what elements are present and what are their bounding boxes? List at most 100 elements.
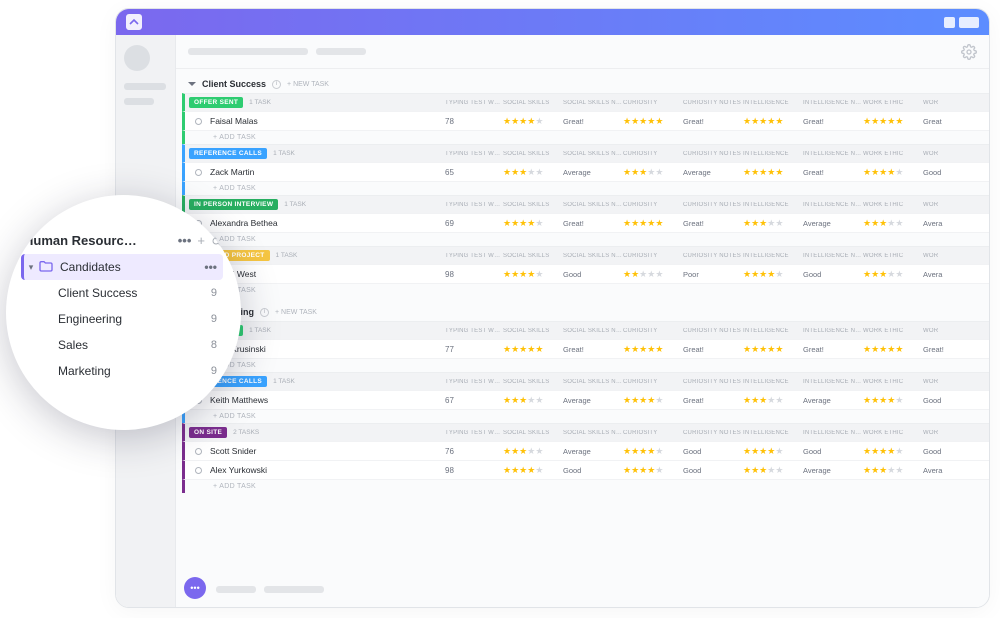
note-curiosity[interactable]: Great! xyxy=(683,345,743,354)
rating-curiosity[interactable]: ★★★★★ xyxy=(623,396,683,405)
column-header[interactable]: TYPING TEST WPM xyxy=(445,202,503,208)
rating-curiosity[interactable]: ★★★★★ xyxy=(623,168,683,177)
column-header[interactable]: WOR xyxy=(923,430,983,436)
status-group-header[interactable]: REFERENCE CALLS1 TASKTYPING TEST WPMSOCI… xyxy=(182,144,989,162)
note-intelligence[interactable]: Average xyxy=(803,466,863,475)
task-row[interactable]: Keith Matthews67★★★★★Average★★★★★Great!★… xyxy=(182,390,989,409)
rating-curiosity[interactable]: ★★★★★ xyxy=(623,219,683,228)
status-group-header[interactable]: ON SITE2 TASKSTYPING TEST WPMSOCIAL SKIL… xyxy=(182,423,989,441)
column-header[interactable]: SOCIAL SKILLS xyxy=(503,379,563,385)
rating-social[interactable]: ★★★★★ xyxy=(503,117,563,126)
section-header[interactable]: Client Successi+ NEW TASK xyxy=(182,75,989,93)
status-group-header[interactable]: IN PERSON INTERVIEW1 TASKTYPING TEST WPM… xyxy=(182,195,989,213)
settings-button[interactable] xyxy=(961,44,977,60)
column-header[interactable]: SOCIAL SKILLS xyxy=(503,430,563,436)
note-social[interactable]: Average xyxy=(563,447,623,456)
rating-social[interactable]: ★★★★★ xyxy=(503,219,563,228)
column-header[interactable]: INTELLIGENCE xyxy=(743,328,803,334)
rating-curiosity[interactable]: ★★★★★ xyxy=(623,447,683,456)
note-social[interactable]: Average xyxy=(563,168,623,177)
task-name[interactable]: Faisal Malas xyxy=(210,116,328,126)
status-circle-icon[interactable] xyxy=(195,467,202,474)
note-intelligence[interactable]: Good xyxy=(803,447,863,456)
space-more-button[interactable]: ••• xyxy=(178,233,192,248)
column-header[interactable]: SOCIAL SKILLS xyxy=(503,151,563,157)
column-header[interactable]: INTELLIGENCE xyxy=(743,379,803,385)
column-header[interactable]: CURIOSITY xyxy=(623,328,683,334)
column-header[interactable]: SOCIAL SKILLS NOTES xyxy=(563,100,623,106)
add-task-button[interactable]: + ADD TASK xyxy=(182,181,989,195)
rating-curiosity[interactable]: ★★★★★ xyxy=(623,345,683,354)
column-header[interactable]: INTELLIGENCE NOTES xyxy=(803,379,863,385)
column-header[interactable]: CURIOSITY xyxy=(623,253,683,259)
rating-social[interactable]: ★★★★★ xyxy=(503,270,563,279)
list-item[interactable]: Client Success9 xyxy=(24,280,223,306)
column-header[interactable]: INTELLIGENCE xyxy=(743,100,803,106)
column-header[interactable]: SOCIAL SKILLS xyxy=(503,328,563,334)
wpm-cell[interactable]: 65 xyxy=(445,168,503,177)
add-task-button[interactable]: + ADD TASK xyxy=(182,283,989,297)
column-header[interactable]: WORK ETHIC xyxy=(863,328,923,334)
note-workethic[interactable]: Avera xyxy=(923,466,983,475)
column-header[interactable]: WOR xyxy=(923,202,983,208)
task-row[interactable]: Faisal Malas78★★★★★Great!★★★★★Great!★★★★… xyxy=(182,111,989,130)
status-group-header[interactable]: OFFER SENT1 TASKTYPING TEST WPMSOCIAL SK… xyxy=(182,321,989,339)
rating-intelligence[interactable]: ★★★★★ xyxy=(743,345,803,354)
column-header[interactable]: TYPING TEST WPM xyxy=(445,379,503,385)
column-header[interactable]: CURIOSITY xyxy=(623,151,683,157)
note-intelligence[interactable]: Average xyxy=(803,219,863,228)
note-workethic[interactable]: Good xyxy=(923,168,983,177)
status-badge[interactable]: REFERENCE CALLS xyxy=(189,148,267,159)
workspace-avatar[interactable] xyxy=(124,45,150,71)
column-header[interactable]: WORK ETHIC xyxy=(863,430,923,436)
task-row[interactable]: Zack Martin65★★★★★Average★★★★★Average★★★… xyxy=(182,162,989,181)
column-header[interactable]: INTELLIGENCE NOTES xyxy=(803,202,863,208)
status-group-header[interactable]: RECEIVED PROJECT1 TASKTYPING TEST WPMSOC… xyxy=(182,246,989,264)
column-header[interactable]: CURIOSITY NOTES xyxy=(683,202,743,208)
note-curiosity[interactable]: Average xyxy=(683,168,743,177)
column-header[interactable]: SOCIAL SKILLS NOTES xyxy=(563,379,623,385)
rating-curiosity[interactable]: ★★★★★ xyxy=(623,117,683,126)
column-header[interactable]: INTELLIGENCE xyxy=(743,151,803,157)
folder-more-button[interactable]: ••• xyxy=(204,260,217,274)
rating-curiosity[interactable]: ★★★★★ xyxy=(623,270,683,279)
column-header[interactable]: TYPING TEST WPM xyxy=(445,100,503,106)
column-header[interactable]: WOR xyxy=(923,328,983,334)
rating-social[interactable]: ★★★★★ xyxy=(503,396,563,405)
column-header[interactable]: INTELLIGENCE NOTES xyxy=(803,430,863,436)
folder-candidates[interactable]: ▾ Candidates ••• xyxy=(21,254,223,280)
column-header[interactable]: SOCIAL SKILLS NOTES xyxy=(563,151,623,157)
note-curiosity[interactable]: Great! xyxy=(683,219,743,228)
space-title[interactable]: Human Resourc… xyxy=(24,233,172,248)
list-item[interactable]: Sales8 xyxy=(24,332,223,358)
column-header[interactable]: CURIOSITY NOTES xyxy=(683,430,743,436)
rating-social[interactable]: ★★★★★ xyxy=(503,168,563,177)
rating-workethic[interactable]: ★★★★★ xyxy=(863,447,923,456)
note-curiosity[interactable]: Poor xyxy=(683,270,743,279)
task-name[interactable]: Keith Matthews xyxy=(210,395,328,405)
info-icon[interactable]: i xyxy=(260,308,269,317)
column-header[interactable]: SOCIAL SKILLS NOTES xyxy=(563,253,623,259)
rating-intelligence[interactable]: ★★★★★ xyxy=(743,117,803,126)
add-task-button[interactable]: + ADD TASK xyxy=(182,479,989,493)
column-header[interactable]: WOR xyxy=(923,253,983,259)
column-header[interactable]: WOR xyxy=(923,151,983,157)
list-item[interactable]: Marketing9 xyxy=(24,358,223,384)
status-circle-icon[interactable] xyxy=(195,169,202,176)
new-task-button[interactable]: + NEW TASK xyxy=(275,309,317,316)
column-header[interactable]: CURIOSITY xyxy=(623,202,683,208)
column-header[interactable]: TYPING TEST WPM xyxy=(445,253,503,259)
column-header[interactable]: INTELLIGENCE NOTES xyxy=(803,151,863,157)
wpm-cell[interactable]: 98 xyxy=(445,270,503,279)
note-workethic[interactable]: Great! xyxy=(923,345,983,354)
rating-workethic[interactable]: ★★★★★ xyxy=(863,345,923,354)
column-header[interactable]: INTELLIGENCE xyxy=(743,202,803,208)
status-group-header[interactable]: OFFER SENT1 TASKTYPING TEST WPMSOCIAL SK… xyxy=(182,93,989,111)
note-social[interactable]: Great! xyxy=(563,117,623,126)
wpm-cell[interactable]: 78 xyxy=(445,117,503,126)
status-circle-icon[interactable] xyxy=(195,118,202,125)
column-header[interactable]: WORK ETHIC xyxy=(863,100,923,106)
rating-social[interactable]: ★★★★★ xyxy=(503,466,563,475)
column-header[interactable]: CURIOSITY xyxy=(623,100,683,106)
task-name[interactable]: Scott Snider xyxy=(210,446,328,456)
